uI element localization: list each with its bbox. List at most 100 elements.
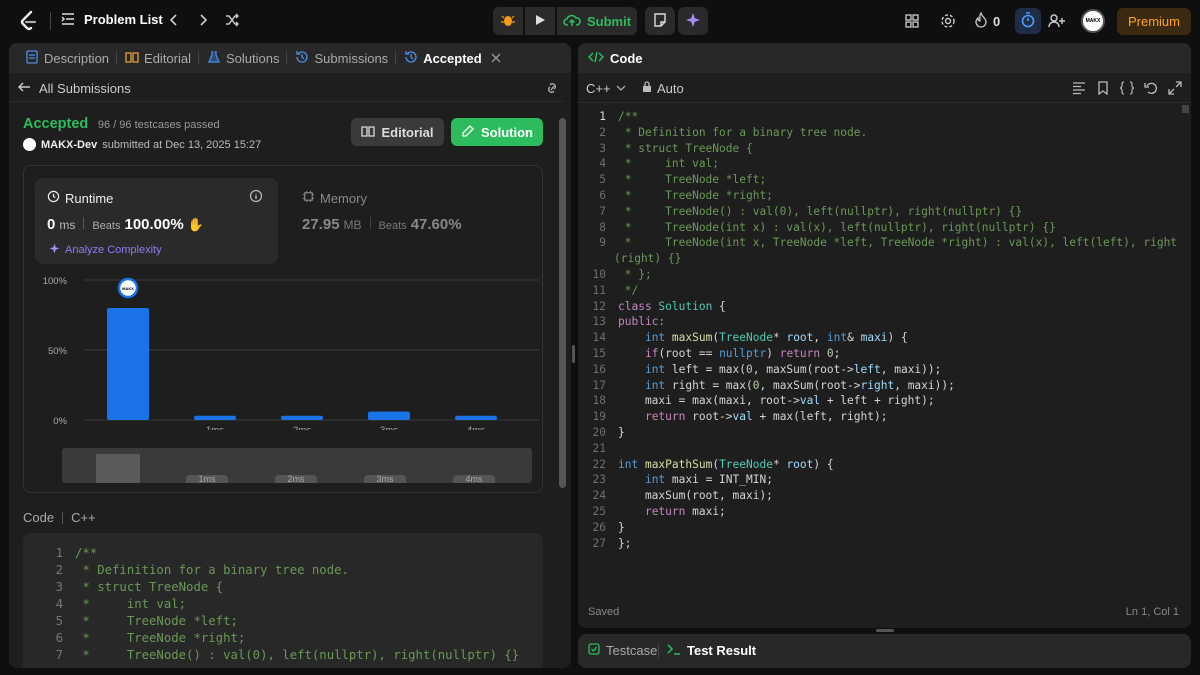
info-icon[interactable] bbox=[249, 189, 263, 206]
debug-button[interactable] bbox=[493, 7, 523, 35]
tab-editorial[interactable]: Editorial bbox=[117, 43, 199, 73]
gear-icon[interactable] bbox=[940, 13, 956, 29]
ai-assist-button[interactable] bbox=[678, 7, 708, 35]
chart-bar[interactable] bbox=[107, 308, 149, 420]
chart-bar[interactable] bbox=[455, 415, 497, 420]
line-number bbox=[578, 251, 606, 267]
x-tick-label: 1ms bbox=[206, 425, 224, 430]
link-icon[interactable] bbox=[544, 81, 560, 98]
line-number: 27 bbox=[592, 536, 606, 550]
minimap-label: 2ms bbox=[275, 475, 317, 484]
user-avatar[interactable] bbox=[23, 138, 36, 151]
code-text: * struct TreeNode { bbox=[618, 141, 753, 155]
code-text: * Definition for a binary tree node. bbox=[618, 125, 868, 139]
username[interactable]: MAKX-Dev bbox=[41, 139, 97, 151]
runtime-distribution-chart[interactable]: 100% 50% 0% 1ms 2ms 3ms 4ms MAKX bbox=[24, 270, 544, 430]
tab-label: Editorial bbox=[144, 50, 191, 66]
code-line: 5 * TreeNode *left; bbox=[23, 613, 543, 630]
history-icon bbox=[295, 50, 309, 67]
line-number: 23 bbox=[592, 473, 606, 487]
tab-test-result[interactable]: Test Result bbox=[667, 643, 756, 658]
tab-submissions[interactable]: Submissions bbox=[287, 43, 396, 73]
timer-button[interactable] bbox=[1015, 8, 1041, 34]
run-button[interactable] bbox=[525, 7, 555, 35]
auto-mode[interactable]: Auto bbox=[642, 81, 684, 96]
minimap-window[interactable] bbox=[96, 454, 140, 483]
code-text: * int val; bbox=[618, 157, 720, 171]
avatar[interactable]: MAKX bbox=[1081, 9, 1105, 33]
tab-description[interactable]: Description bbox=[17, 43, 118, 73]
tab-solutions[interactable]: Solutions bbox=[199, 43, 288, 73]
reset-icon[interactable] bbox=[1144, 81, 1158, 98]
tab-accepted[interactable]: Accepted bbox=[396, 43, 509, 73]
tab-testcase[interactable]: Testcase bbox=[588, 643, 657, 658]
language-select[interactable]: C++ bbox=[586, 81, 626, 96]
runtime-card[interactable]: Runtime 0 ms Beats 100.00% ✋ Analyze Com… bbox=[35, 178, 278, 264]
chart-bar[interactable] bbox=[194, 415, 236, 420]
expand-icon[interactable] bbox=[1168, 81, 1182, 98]
shuffle-icon[interactable] bbox=[224, 12, 240, 28]
all-submissions-back[interactable]: All Submissions bbox=[17, 80, 131, 97]
book-icon bbox=[125, 50, 139, 67]
add-friend-icon[interactable] bbox=[1048, 13, 1066, 29]
editor-line: 18 maxi = max(maxi, root->val + left + r… bbox=[578, 393, 1178, 409]
line-number: 14 bbox=[592, 331, 606, 345]
code-text: (right) {} bbox=[614, 252, 682, 266]
analyze-complexity-button[interactable]: Analyze Complexity bbox=[49, 242, 162, 257]
editor-line: (right) {} bbox=[578, 251, 1178, 267]
streak-count: 0 bbox=[993, 14, 1001, 29]
memory-value: 27.95 bbox=[302, 216, 340, 233]
bookmark-icon[interactable] bbox=[1097, 81, 1109, 98]
code-section-header: Code C++ bbox=[23, 510, 96, 525]
left-scrollbar[interactable] bbox=[559, 118, 566, 488]
prev-problem-icon[interactable] bbox=[166, 12, 182, 28]
code-title: Code bbox=[610, 50, 643, 66]
line-number: 24 bbox=[592, 489, 606, 503]
leetcode-logo[interactable] bbox=[18, 10, 40, 32]
editor-scrollbar[interactable] bbox=[1182, 105, 1189, 113]
right-panel: Code C++ Auto 1 /** 2 * Definition for a b… bbox=[578, 43, 1191, 628]
lock-icon bbox=[642, 81, 652, 96]
code-editor[interactable]: 1 /** 2 * Definition for a binary tree nod… bbox=[578, 109, 1178, 589]
submitter-row: MAKX-Dev submitted at Dec 13, 2025 15:27 bbox=[23, 138, 261, 151]
chart-bar[interactable] bbox=[368, 411, 410, 420]
submitted-code-block[interactable]: 1 /** 2 * Definition for a binary tree nod… bbox=[23, 533, 543, 668]
notes-button[interactable] bbox=[645, 7, 675, 35]
editor-line: 24 maxSum(root, maxi); bbox=[578, 488, 1178, 504]
code-text: * TreeNode(int x) : val(x), left(nullptr… bbox=[618, 220, 1056, 234]
editor-line: 8 * TreeNode(int x) : val(x), left(nullp… bbox=[578, 220, 1178, 236]
line-number: 3 bbox=[599, 141, 606, 155]
chart-bar[interactable] bbox=[281, 415, 323, 420]
line-number: 9 bbox=[599, 236, 606, 250]
braces-icon[interactable] bbox=[1119, 81, 1135, 98]
layout-icon[interactable] bbox=[904, 13, 920, 29]
editor-line: 15 if(root == nullptr) return 0; bbox=[578, 346, 1178, 362]
auto-label: Auto bbox=[657, 81, 684, 96]
problem-list-button[interactable]: Problem List bbox=[60, 11, 163, 27]
premium-button[interactable]: Premium bbox=[1117, 8, 1191, 35]
code-line: 2 * Definition for a binary tree node. bbox=[23, 562, 543, 579]
format-icon[interactable] bbox=[1072, 81, 1086, 98]
memory-card[interactable]: Memory 27.95 MB Beats 47.60% bbox=[290, 178, 533, 264]
submit-button[interactable]: Submit bbox=[557, 7, 637, 35]
solution-button[interactable]: Solution bbox=[451, 118, 543, 146]
panel-resize-handle[interactable] bbox=[572, 345, 575, 363]
editor-line: 3 * struct TreeNode { bbox=[578, 141, 1178, 157]
close-icon[interactable] bbox=[491, 51, 501, 66]
code-text: class Solution { bbox=[618, 299, 726, 313]
editor-line: 16 int left = max(0, maxSum(root->left, … bbox=[578, 362, 1178, 378]
minimap-label: 4ms bbox=[453, 475, 495, 484]
next-problem-icon[interactable] bbox=[195, 12, 211, 28]
streak-counter[interactable]: 0 bbox=[974, 11, 1001, 31]
horizontal-resize-handle[interactable] bbox=[876, 629, 894, 632]
code-line: 1 /** bbox=[23, 545, 543, 562]
code-text: int maxi = INT_MIN; bbox=[644, 473, 773, 487]
code-line: 6 * TreeNode *right; bbox=[23, 630, 543, 647]
editorial-button[interactable]: Editorial bbox=[351, 118, 444, 146]
chart-minimap[interactable]: 1ms 2ms 3ms 4ms bbox=[62, 448, 532, 484]
memory-beats: 47.60% bbox=[410, 216, 462, 233]
editor-line: 13 public: bbox=[578, 314, 1178, 330]
runtime-unit: ms bbox=[59, 218, 76, 232]
code-text: }; bbox=[618, 536, 632, 550]
